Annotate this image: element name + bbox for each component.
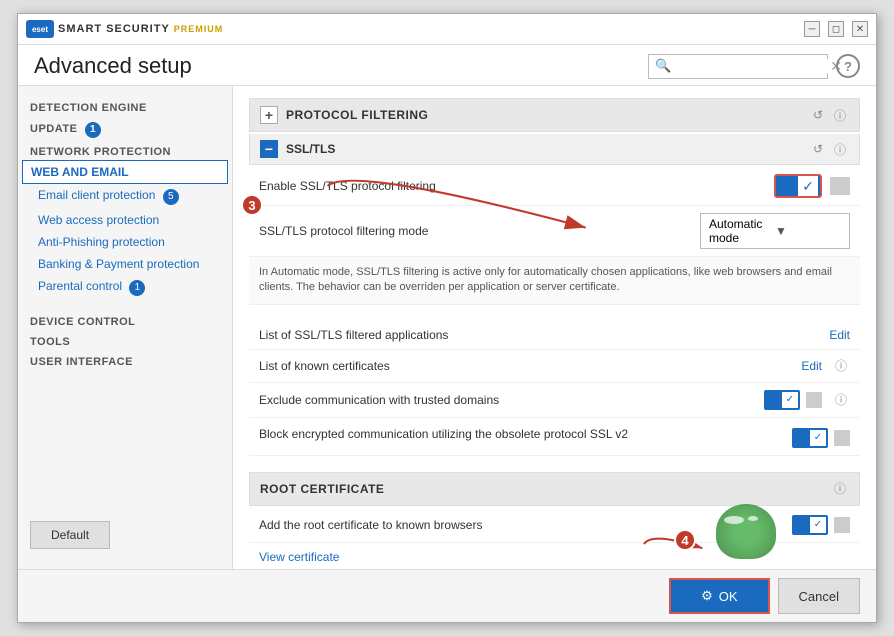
- page-title: Advanced setup: [34, 53, 192, 79]
- block-ssl-label: Block encrypted communication utilizing …: [259, 426, 792, 443]
- list-certs-edit[interactable]: Edit: [801, 359, 822, 373]
- sidebar-section-device: DEVICE CONTROL: [18, 310, 232, 330]
- select-arrow-icon: ▼: [775, 224, 841, 238]
- enable-ssl-label: Enable SSL/TLS protocol filtering: [259, 179, 774, 193]
- block-ssl-row: Block encrypted communication utilizing …: [249, 418, 860, 456]
- sidebar-item-web-email[interactable]: WEB AND EMAIL: [22, 160, 228, 184]
- protocol-filtering-info-icon[interactable]: ⓘ: [831, 106, 849, 124]
- email-badge: 5: [163, 189, 179, 205]
- list-apps-row: List of SSL/TLS filtered applications Ed…: [249, 321, 860, 350]
- ok-label: OK: [719, 589, 738, 604]
- root-cert-info-icon[interactable]: ⓘ: [831, 480, 849, 498]
- annotation-4: 4: [674, 529, 696, 551]
- sidebar-footer: Default: [18, 511, 232, 559]
- exclude-trusted-toggle[interactable]: ✓: [764, 390, 800, 410]
- protocol-filtering-expand[interactable]: +: [260, 106, 278, 124]
- sidebar-section-detection: DETECTION ENGINE: [18, 96, 232, 116]
- annotation-3: 3: [241, 194, 263, 216]
- sidebar-subitem-web-access[interactable]: Web access protection: [18, 209, 232, 231]
- protocol-filtering-reset-icon[interactable]: ↺: [809, 106, 827, 124]
- protocol-filtering-title: PROTOCOL FILTERING: [286, 108, 805, 122]
- exclude-trusted-knob: ✓: [782, 392, 798, 408]
- list-certs-label: List of known certificates: [259, 359, 801, 373]
- search-input[interactable]: [675, 59, 830, 73]
- ssl-mode-label: SSL/TLS protocol filtering mode: [259, 224, 700, 238]
- header-right: 🔍 ✕ ?: [648, 54, 860, 79]
- enable-ssl-track: [830, 177, 850, 195]
- ssl-tls-header: − SSL/TLS ↺ ⓘ: [249, 134, 860, 165]
- close-button[interactable]: ✕: [852, 21, 868, 37]
- exclude-trusted-info-icon[interactable]: ⓘ: [832, 391, 850, 409]
- enable-ssl-knob: ✓: [798, 176, 818, 196]
- cancel-button[interactable]: Cancel: [778, 578, 860, 614]
- enable-ssl-row: Enable SSL/TLS protocol filtering ✓: [249, 167, 860, 206]
- exclude-trusted-label: Exclude communication with trusted domai…: [259, 393, 764, 407]
- ssl-mode-row: SSL/TLS protocol filtering mode Automati…: [249, 206, 860, 257]
- enable-ssl-toggle[interactable]: ✓: [774, 174, 822, 198]
- exclude-trusted-row: Exclude communication with trusted domai…: [249, 383, 860, 418]
- root-cert-header: ROOT CERTIFICATE ⓘ: [249, 472, 860, 506]
- bottom-bar: ⚙ OK Cancel: [18, 569, 876, 622]
- eset-icon: eset: [26, 20, 54, 38]
- default-button[interactable]: Default: [30, 521, 110, 549]
- ssl-mode-value: Automatic mode: [709, 217, 775, 245]
- logo-text: SMART SECURITY: [58, 23, 170, 35]
- main-content: + PROTOCOL FILTERING ↺ ⓘ − SSL/TLS ↺ ⓘ E…: [233, 86, 876, 569]
- add-root-cert-label: Add the root certificate to known browse…: [259, 518, 792, 532]
- step-4-badge: 4: [674, 529, 696, 551]
- ssl-tls-info-icon[interactable]: ⓘ: [831, 140, 849, 158]
- maximize-button[interactable]: ◻: [828, 21, 844, 37]
- add-root-cert-toggle[interactable]: ✓: [792, 515, 828, 535]
- sidebar-subitem-antiphishing[interactable]: Anti-Phishing protection: [18, 231, 232, 253]
- block-ssl-toggle[interactable]: ✓: [792, 428, 828, 448]
- add-root-cert-track: [834, 517, 850, 533]
- update-badge: 1: [85, 122, 101, 138]
- search-icon: 🔍: [655, 58, 671, 74]
- content-area: DETECTION ENGINE UPDATE 1 NETWORK PROTEC…: [18, 86, 876, 569]
- help-button[interactable]: ?: [836, 54, 860, 78]
- titlebar: eset SMART SECURITY PREMIUM ─ ◻ ✕: [18, 14, 876, 45]
- ssl-tls-collapse[interactable]: −: [260, 140, 278, 158]
- ok-button[interactable]: ⚙ OK: [669, 578, 769, 614]
- block-ssl-track: [834, 430, 850, 446]
- enable-ssl-control: ✓: [774, 174, 850, 198]
- sidebar-section-update[interactable]: UPDATE 1: [18, 116, 232, 140]
- sidebar-section-network: NETWORK PROTECTION: [18, 140, 232, 160]
- main-header: Advanced setup 🔍 ✕ ?: [18, 45, 876, 86]
- ssl-tls-reset-icon[interactable]: ↺: [809, 140, 827, 158]
- parental-badge: 1: [129, 280, 145, 296]
- step-3-badge: 3: [241, 194, 263, 216]
- list-certs-row: List of known certificates Edit ⓘ: [249, 350, 860, 383]
- sidebar-section-tools: TOOLS: [18, 330, 232, 350]
- ssl-tls-title: SSL/TLS: [286, 142, 805, 156]
- app-logo: eset SMART SECURITY PREMIUM: [26, 20, 223, 38]
- sidebar: DETECTION ENGINE UPDATE 1 NETWORK PROTEC…: [18, 86, 233, 569]
- block-ssl-knob: ✓: [810, 430, 826, 446]
- ok-icon: ⚙: [701, 588, 713, 604]
- list-apps-label: List of SSL/TLS filtered applications: [259, 328, 829, 342]
- search-box[interactable]: 🔍 ✕: [648, 54, 828, 79]
- logo-premium: PREMIUM: [174, 24, 224, 34]
- sidebar-section-ui: USER INTERFACE: [18, 350, 232, 370]
- window-controls: ─ ◻ ✕: [804, 21, 868, 37]
- view-cert-link[interactable]: View certificate: [259, 550, 339, 564]
- sidebar-subitem-banking[interactable]: Banking & Payment protection: [18, 253, 232, 275]
- ssl-info-text: In Automatic mode, SSL/TLS filtering is …: [249, 257, 860, 305]
- sidebar-subitem-email[interactable]: Email client protection 5: [18, 184, 232, 209]
- protocol-filtering-header: + PROTOCOL FILTERING ↺ ⓘ: [249, 98, 860, 132]
- add-root-cert-knob: ✓: [810, 517, 826, 533]
- minimize-button[interactable]: ─: [804, 21, 820, 37]
- list-certs-info-icon[interactable]: ⓘ: [832, 357, 850, 375]
- sidebar-subitem-parental[interactable]: Parental control 1: [18, 275, 232, 300]
- ssl-mode-select[interactable]: Automatic mode ▼: [700, 213, 850, 249]
- exclude-trusted-track: [806, 392, 822, 408]
- list-apps-edit[interactable]: Edit: [829, 328, 850, 342]
- mascot-image: [716, 504, 776, 559]
- root-cert-title: ROOT CERTIFICATE: [260, 482, 827, 496]
